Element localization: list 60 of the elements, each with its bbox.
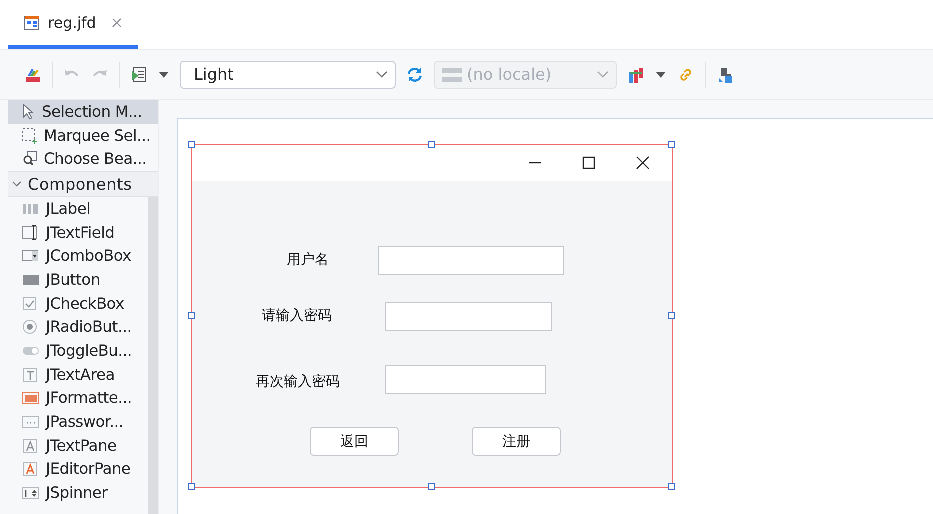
text-field[interactable] <box>385 365 546 394</box>
maximize-icon[interactable] <box>582 156 596 170</box>
field-label: 用户名 <box>287 251 329 269</box>
text-field[interactable] <box>385 302 552 331</box>
search-icon <box>22 151 38 168</box>
textarea-component-icon <box>22 366 40 383</box>
palette-item[interactable]: JTextField <box>8 220 148 244</box>
palette-item[interactable]: JRadioBut... <box>8 316 148 340</box>
palette-item[interactable]: JPasswor... <box>8 410 148 434</box>
scrollbar[interactable] <box>148 197 158 514</box>
editor-tab[interactable]: reg.jfd <box>8 0 138 49</box>
palette-tool[interactable]: Selection M... <box>8 100 158 124</box>
chevron-icon <box>597 70 609 78</box>
textpane-component-icon <box>22 438 40 454</box>
form-file-icon <box>24 14 40 30</box>
resize-handle[interactable] <box>188 312 195 319</box>
palette-item[interactable]: JButton <box>8 268 148 292</box>
refresh-icon[interactable] <box>406 66 424 84</box>
palette-item[interactable]: JComboBox <box>8 244 148 268</box>
resize-handle[interactable] <box>188 141 195 148</box>
palette-item[interactable]: JTextPane <box>8 434 148 458</box>
palette-item[interactable]: JLabel <box>8 197 148 221</box>
resize-handle[interactable] <box>668 312 675 319</box>
palette-item[interactable]: JToggleBu... <box>8 339 148 363</box>
dropdown-icon[interactable] <box>158 70 170 78</box>
password-component-icon <box>22 414 40 430</box>
form-button[interactable]: 返回 <box>310 427 399 456</box>
palette-item[interactable]: JCheckBox <box>8 292 148 316</box>
palette-group-header[interactable]: Components <box>8 171 158 198</box>
palette-item[interactable]: JSpinner <box>8 481 148 505</box>
chevron-icon <box>376 70 388 78</box>
field-label: 再次输入密码 <box>256 373 340 391</box>
resize-handle[interactable] <box>428 141 435 148</box>
palette-item[interactable]: JTextArea <box>8 362 148 387</box>
chevron-icon <box>12 180 22 188</box>
palette-tool[interactable]: Marquee Sel... <box>8 124 158 148</box>
text-field[interactable] <box>378 246 564 275</box>
bean-icon[interactable] <box>716 66 734 84</box>
marquee-icon <box>22 128 38 144</box>
chart-icon[interactable] <box>627 66 645 84</box>
palette-item[interactable]: JEditorPane <box>8 458 148 482</box>
palette-tool[interactable]: Choose Bea... <box>8 147 158 172</box>
close-icon[interactable] <box>636 156 650 170</box>
combo-component-icon <box>22 248 40 264</box>
resize-handle[interactable] <box>668 483 675 490</box>
formatted-component-icon <box>22 390 40 406</box>
editorpane-component-icon <box>22 461 40 478</box>
resize-handle[interactable] <box>428 483 435 490</box>
form-button[interactable]: 注册 <box>472 427 561 456</box>
radio-component-icon <box>22 319 40 336</box>
theme-dropdown[interactable]: Light <box>180 60 396 88</box>
resize-handle[interactable] <box>668 141 675 148</box>
field-label: 请输入密码 <box>262 307 332 325</box>
pointer-icon <box>22 104 36 120</box>
resize-handle[interactable] <box>188 483 195 490</box>
preview-icon[interactable] <box>130 66 148 84</box>
textfield-component-icon <box>22 224 40 241</box>
dropdown-icon[interactable] <box>655 70 667 78</box>
palette-item[interactable]: JFormatte... <box>8 386 148 410</box>
spinner-component-icon <box>22 485 40 502</box>
